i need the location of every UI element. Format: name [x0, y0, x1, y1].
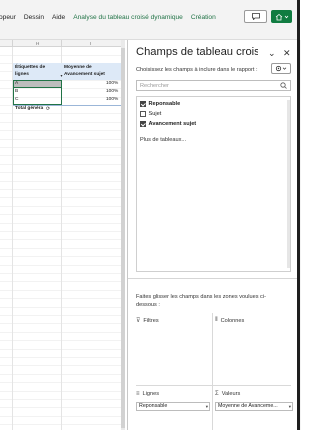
pivot-row-label[interactable]: C — [15, 96, 18, 104]
values-label: Valeurs — [221, 391, 241, 397]
checkbox-checked-icon[interactable] — [140, 121, 146, 127]
rows-chip-label: Reponsable — [139, 403, 168, 409]
search-input[interactable] — [136, 80, 291, 91]
values-zone-header: Σ Valeurs — [215, 391, 240, 397]
comments-button[interactable] — [244, 10, 267, 23]
field-label: Sujet — [148, 111, 162, 117]
chevron-down-icon[interactable]: ▾ — [206, 403, 208, 410]
grand-total-label[interactable]: Total généra — [15, 105, 43, 113]
gear-icon — [275, 65, 287, 72]
column-header-i[interactable]: I — [90, 40, 91, 47]
close-icon[interactable]: ✕ — [283, 48, 291, 59]
zone-separator — [212, 313, 213, 430]
choose-fields-text: Choisissez les champs à inclure dans le … — [136, 67, 258, 73]
sigma-icon: Σ — [215, 391, 219, 397]
values-chip-label: Moyenne de Avanceme... — [218, 403, 278, 409]
tab-analyse-tableau-croise[interactable]: Analyse du tableau croisé dynamique — [73, 14, 183, 21]
pane-title: Champs de tableau crois... — [136, 46, 258, 58]
columns-icon: ⦀ — [215, 317, 218, 323]
search-icon — [280, 82, 287, 89]
field-label: Avancement sujet — [148, 121, 197, 127]
pane-divider[interactable] — [128, 278, 301, 279]
tab-aide[interactable]: Aide — [52, 14, 65, 21]
rows-icon: ≡ — [136, 391, 140, 397]
share-icon — [275, 13, 288, 20]
pivot-row-value[interactable]: 100% — [106, 96, 118, 104]
field-sujet[interactable]: Sujet — [140, 110, 161, 118]
drag-instructions: Faites glisser les champs dans les zones… — [136, 294, 266, 308]
zone-separator — [136, 385, 291, 386]
filters-label: Filtres — [143, 317, 159, 324]
filter-icon: ⊽ — [136, 318, 141, 324]
field-avancement-sujet[interactable]: Avancement sujet — [140, 120, 196, 128]
column-header-h[interactable]: H — [36, 40, 39, 47]
row-labels-header[interactable]: Étiquettes de lignes — [15, 64, 59, 78]
columns-zone-header: ⦀ Colonnes — [215, 317, 244, 324]
column-headers: H I — [0, 40, 122, 47]
more-tables-link[interactable]: Plus de tableaux... — [140, 137, 186, 143]
pivot-header: Étiquettes de lignes Moyenne de Avanceme… — [13, 63, 121, 80]
tab-developpeur[interactable]: opeur — [0, 14, 16, 21]
pivot-fields-pane: Champs de tableau crois... ⌄ ✕ Choisisse… — [127, 40, 301, 430]
selection-outline — [13, 80, 62, 105]
ribbon: opeur Dessin Aide Analyse du tableau cro… — [0, 0, 300, 40]
window-edge — [297, 0, 300, 430]
values-field-chip[interactable]: Moyenne de Avanceme... ▾ — [215, 402, 293, 411]
checkbox-checked-icon[interactable] — [140, 101, 146, 107]
chevron-down-icon[interactable]: ▾ — [289, 403, 291, 410]
rows-label: Lignes — [142, 391, 159, 397]
sheet-scrollbar[interactable] — [121, 40, 125, 430]
sheet-scrollbar-thumb[interactable] — [121, 48, 125, 428]
columns-label: Colonnes — [220, 317, 245, 324]
chevron-down-icon[interactable]: ⌄ — [268, 48, 276, 59]
comment-icon — [251, 13, 260, 20]
field-list-scrollbar[interactable] — [287, 100, 290, 268]
tab-dessin[interactable]: Dessin — [24, 14, 44, 21]
rows-field-chip[interactable]: Reponsable ▾ — [136, 402, 210, 411]
field-list: Reponsable Sujet Avancement sujet Plus d… — [136, 96, 291, 272]
tools-button[interactable] — [271, 63, 291, 74]
field-reponsable[interactable]: Reponsable — [140, 100, 180, 108]
share-button[interactable] — [271, 10, 292, 23]
field-label: Reponsable — [148, 101, 181, 107]
ribbon-tabs: opeur Dessin Aide Analyse du tableau cro… — [0, 11, 224, 23]
filters-zone-header: ⊽ Filtres — [136, 317, 159, 325]
cursor-icon: ⟳ — [46, 106, 51, 112]
checkbox-unchecked-icon[interactable] — [140, 111, 146, 117]
rows-zone-header: ≡ Lignes — [136, 391, 159, 397]
tab-creation[interactable]: Création — [191, 14, 216, 21]
filter-dropdown-icon[interactable]: ▾ — [59, 73, 64, 78]
value-header[interactable]: Moyenne de Avancement sujet — [64, 64, 120, 78]
